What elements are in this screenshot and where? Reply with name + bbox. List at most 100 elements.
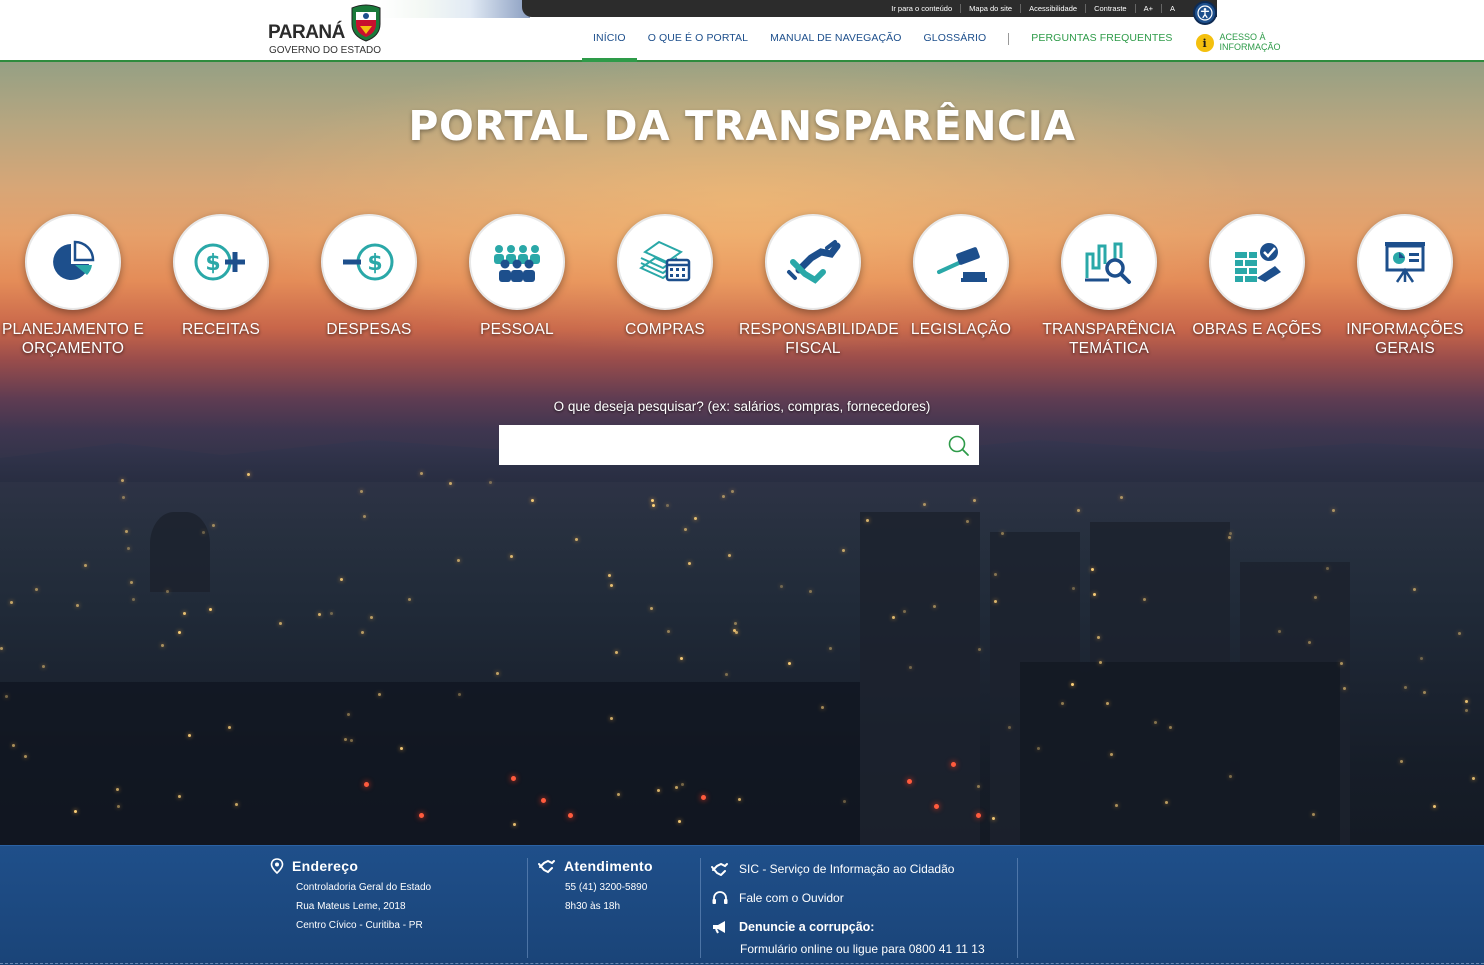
category-compras[interactable]: COMPRAS	[591, 214, 739, 339]
font-reset-link[interactable]: A	[1160, 4, 1183, 13]
dollar-plus-icon: $	[194, 243, 245, 281]
city-light	[1001, 532, 1004, 535]
nav-inicio[interactable]: INÍCIO	[582, 28, 637, 62]
category-circle	[1357, 214, 1453, 310]
city-light	[780, 585, 783, 588]
parana-logo[interactable]: PARANÁ GOVERNO DO ESTADO	[268, 4, 393, 56]
category-label: INFORMAÇÕES	[1346, 321, 1464, 338]
background-foreground	[0, 682, 860, 845]
city-light	[0, 647, 3, 650]
city-light	[74, 810, 77, 813]
city-light	[650, 607, 653, 610]
city-light	[738, 798, 741, 801]
city-light	[489, 481, 492, 484]
atendimento-title: Atendimento	[564, 858, 653, 874]
category-receitas[interactable]: $ RECEITAS	[147, 214, 295, 339]
city-light	[951, 762, 956, 767]
city-light	[728, 554, 731, 557]
city-light	[1071, 683, 1074, 686]
city-light	[666, 504, 669, 507]
denuncie-title: Denuncie a corrupção:	[739, 920, 875, 934]
category-obras-e-acoes[interactable]: OBRAS E AÇÕES	[1183, 214, 1331, 339]
city-light	[531, 499, 534, 502]
category-despesas[interactable]: $ DESPESAS	[295, 214, 443, 339]
handshake-icon	[711, 862, 728, 876]
sitemap-link[interactable]: Mapa do site	[960, 4, 1020, 13]
city-light	[694, 517, 697, 520]
city-light	[209, 608, 212, 611]
nav-perguntas-frequentes[interactable]: PERGUNTAS FREQUENTES	[1020, 28, 1183, 62]
contrast-link[interactable]: Contraste	[1085, 4, 1135, 13]
nav-o-que-e-o-portal[interactable]: O QUE É O PORTAL	[637, 28, 759, 62]
nav-manual-de-navegacao[interactable]: MANUAL DE NAVEGAÇÃO	[759, 28, 912, 62]
city-light	[42, 665, 45, 668]
city-light	[457, 559, 460, 562]
city-light	[10, 601, 13, 604]
city-light	[228, 726, 231, 729]
city-light	[923, 503, 926, 506]
city-light	[76, 604, 79, 607]
city-light	[1110, 753, 1113, 756]
city-light	[125, 530, 128, 533]
city-light	[821, 706, 824, 709]
search-box	[499, 425, 979, 465]
city-light	[1169, 726, 1172, 729]
denuncie-title-row[interactable]: Denuncie a corrupção:	[711, 920, 1011, 934]
category-circle	[1209, 214, 1305, 310]
city-light	[370, 616, 373, 619]
city-light	[408, 598, 411, 601]
footer-atendimento: Atendimento 55 (41) 3200-5890 8h30 às 18…	[538, 858, 698, 962]
category-transparencia-tematica[interactable]: TRANSPARÊNCIA TEMÁTICA	[1035, 214, 1183, 358]
nav-glossario[interactable]: GLOSSÁRIO	[913, 28, 998, 62]
sic-link[interactable]: SIC - Serviço de Informação ao Cidadão	[711, 862, 1011, 876]
city-light	[1420, 657, 1423, 660]
svg-text:$: $	[367, 251, 382, 276]
footer-endereco: Endereço Controladoria Geral do Estado R…	[270, 858, 520, 962]
category-label: TEMÁTICA	[1069, 340, 1149, 357]
city-light	[734, 622, 737, 625]
category-circle	[765, 214, 861, 310]
gavel-icon	[937, 247, 987, 282]
city-light	[657, 789, 660, 792]
city-light	[1278, 630, 1281, 633]
denuncie-text[interactable]: Formulário online ou ligue para 0800 41 …	[740, 942, 1011, 956]
svg-text:$: $	[205, 251, 220, 276]
city-light	[1343, 687, 1346, 690]
city-light	[166, 590, 169, 593]
city-light	[122, 496, 125, 499]
city-light	[608, 574, 611, 577]
search-input[interactable]	[499, 425, 929, 465]
city-light	[809, 590, 812, 593]
background-building	[860, 512, 980, 845]
skip-to-content-link[interactable]: Ir para o conteúdo	[883, 4, 960, 13]
city-light	[977, 785, 980, 788]
city-light	[1008, 726, 1011, 729]
category-pessoal[interactable]: PESSOAL	[443, 214, 591, 339]
city-light	[400, 747, 403, 750]
ouvidor-link[interactable]: Fale com o Ouvidor	[711, 890, 1011, 906]
site-footer: Endereço Controladoria Geral do Estado R…	[0, 845, 1484, 965]
city-light	[933, 605, 936, 608]
category-legislacao[interactable]: LEGISLAÇÃO	[887, 214, 1035, 339]
city-light	[678, 820, 681, 823]
city-light	[1312, 813, 1315, 816]
accessibility-button[interactable]	[1193, 1, 1217, 25]
accessibility-link[interactable]: Acessibilidade	[1020, 4, 1085, 13]
city-light	[681, 783, 684, 786]
nav-acesso-a-informacao[interactable]: i ACESSO À INFORMAÇÃO	[1184, 28, 1281, 52]
city-light	[978, 648, 981, 651]
category-responsabilidade-fiscal[interactable]: RESPONSABILIDADE FISCAL	[739, 214, 899, 358]
city-light	[12, 744, 15, 747]
footer-links: SIC - Serviço de Informação ao Cidadão F…	[711, 858, 1011, 962]
city-light	[541, 798, 546, 803]
search-button[interactable]	[947, 434, 971, 458]
logo-subtitle: GOVERNO DO ESTADO	[269, 45, 382, 56]
endereco-line: Centro Cívico - Curitiba - PR	[296, 920, 423, 931]
city-light	[1120, 496, 1123, 499]
category-planejamento[interactable]: PLANEJAMENTO E ORÇAMENTO	[0, 214, 147, 358]
font-increase-link[interactable]: A+	[1134, 4, 1161, 13]
category-informacoes-gerais[interactable]: INFORMAÇÕES GERAIS	[1331, 214, 1479, 358]
category-circle: $	[321, 214, 417, 310]
category-circle	[1061, 214, 1157, 310]
city-light	[117, 805, 120, 808]
